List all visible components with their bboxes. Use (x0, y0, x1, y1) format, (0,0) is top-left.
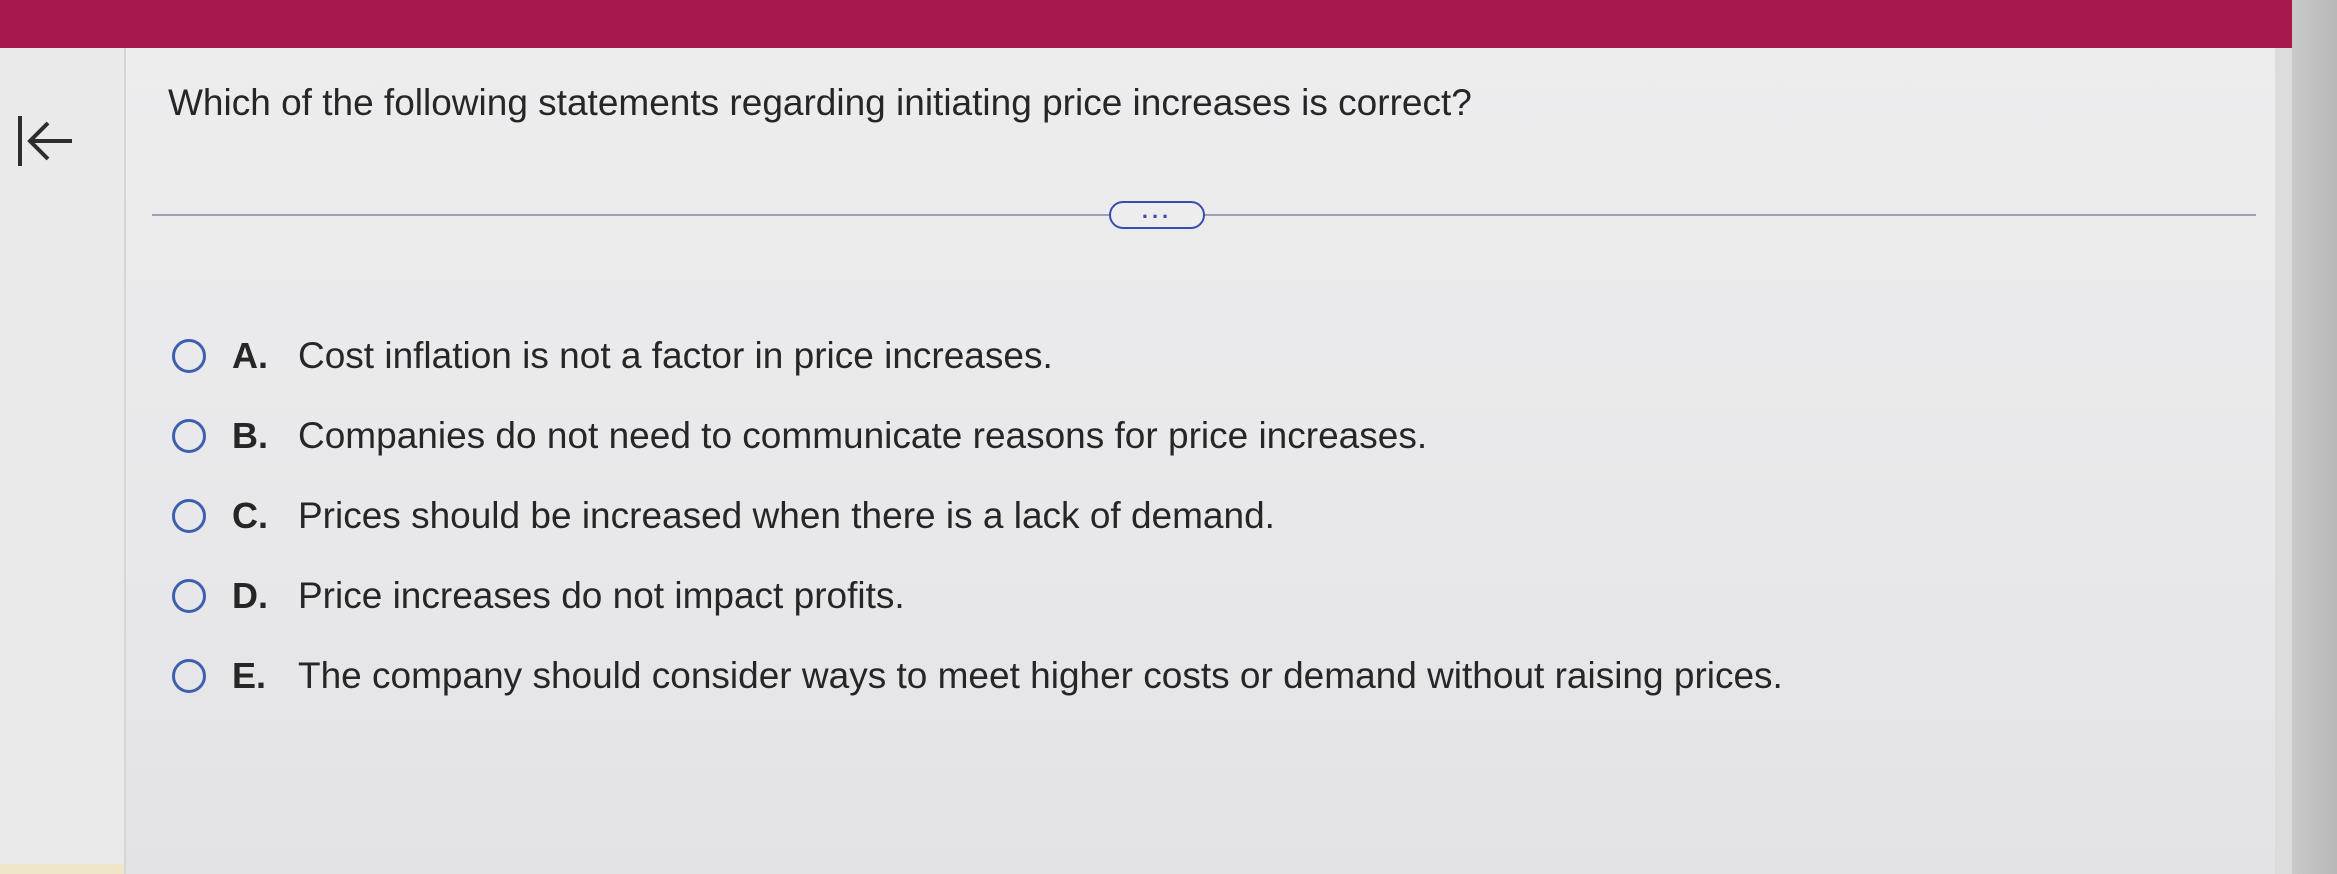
screen-edge (2292, 0, 2337, 874)
option-e[interactable]: E. The company should consider ways to m… (172, 650, 1783, 702)
radio-button[interactable] (172, 659, 206, 693)
option-d[interactable]: D. Price increases do not impact profits… (172, 570, 1783, 622)
option-c[interactable]: C. Prices should be increased when there… (172, 490, 1783, 542)
radio-button[interactable] (172, 419, 206, 453)
option-letter: D. (232, 575, 268, 616)
option-text: Companies do not need to communicate rea… (298, 415, 1428, 456)
left-rail-footer (0, 864, 124, 874)
question-text: Which of the following statements regard… (168, 82, 1472, 123)
option-letter: A. (232, 335, 268, 376)
radio-button[interactable] (172, 499, 206, 533)
option-text: Price increases do not impact profits. (298, 575, 905, 616)
option-text: Cost inflation is not a factor in price … (298, 335, 1053, 376)
option-letter: C. (232, 495, 268, 536)
option-text: Prices should be increased when there is… (298, 495, 1275, 536)
radio-button[interactable] (172, 339, 206, 373)
option-letter: E. (232, 655, 267, 696)
option-b[interactable]: B. Companies do not need to communicate … (172, 410, 1783, 462)
arrow-left-to-bar-icon (18, 116, 72, 166)
expand-more-button[interactable]: ... (1109, 198, 1205, 229)
back-button[interactable] (14, 110, 76, 172)
more-dots-label: ... (1141, 198, 1173, 223)
radio-button[interactable] (172, 579, 206, 613)
answer-options: A. Cost inflation is not a factor in pri… (172, 330, 1783, 730)
option-text: The company should consider ways to meet… (298, 655, 1783, 696)
option-a[interactable]: A. Cost inflation is not a factor in pri… (172, 330, 1783, 382)
header-bar (0, 0, 2292, 48)
option-letter: B. (232, 415, 268, 456)
